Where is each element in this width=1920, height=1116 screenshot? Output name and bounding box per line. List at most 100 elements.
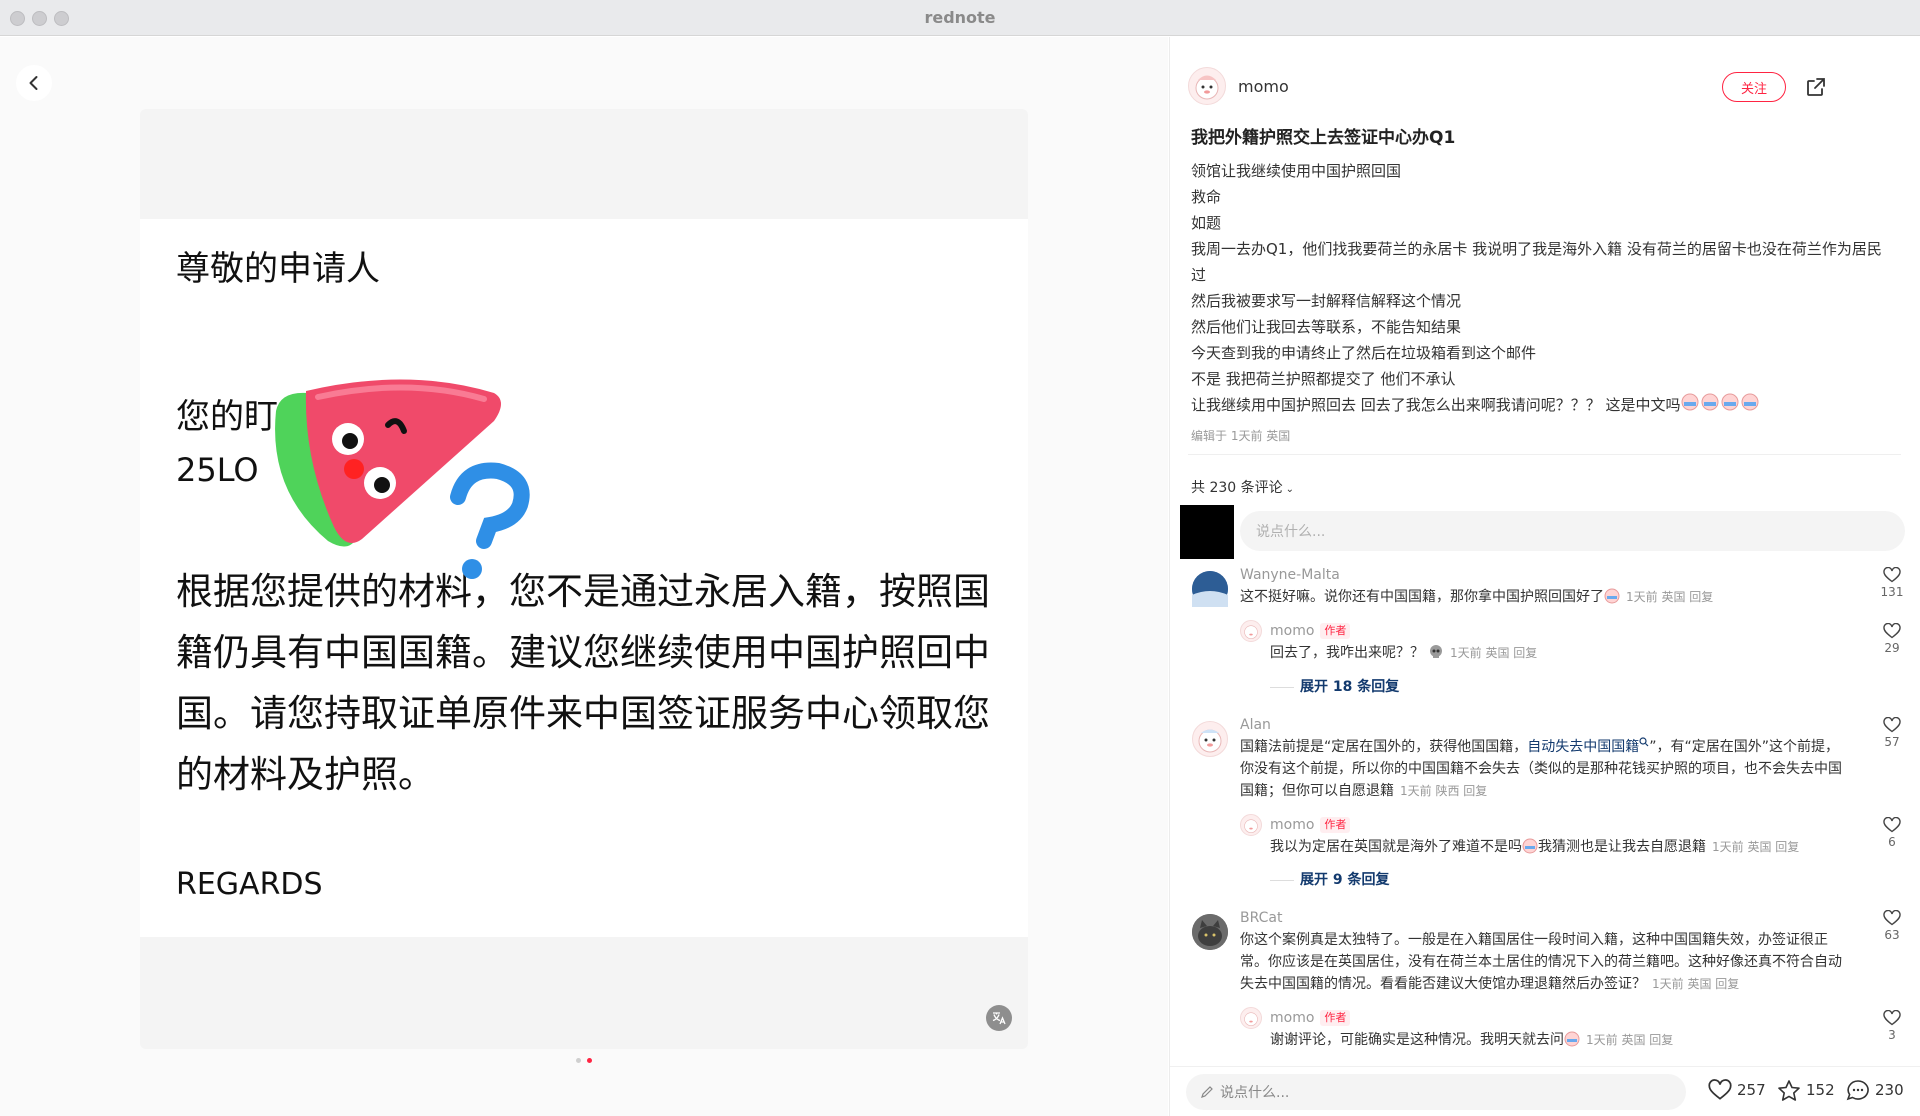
comment-text: 这不挺好嘛。说你还有中国国籍，那你拿中国护照回国好了 1天前 英国 回复	[1240, 586, 1850, 608]
avatar-cartoon-icon	[1195, 75, 1219, 100]
reply-avatar[interactable]	[1240, 814, 1262, 836]
like-count: 29	[1884, 641, 1900, 655]
heart-icon	[1883, 567, 1901, 583]
reply-body: 回去了，我咋出来呢？？	[1270, 645, 1424, 661]
comment-username[interactable]: Alan	[1240, 717, 1271, 733]
comment-body: 国籍法前提是“定居在国外的，获得他国国籍，	[1240, 739, 1528, 755]
skull-emoji-icon	[1430, 645, 1442, 658]
reply-meta[interactable]: 1天前 英国 回复	[1450, 646, 1537, 660]
like-button[interactable]: 257	[1708, 1079, 1766, 1101]
comment-body: 你这个案例真是太独特了。一般是在入籍国居住一段时间入籍，这种中国国籍失效，办签证…	[1240, 932, 1842, 992]
translate-icon[interactable]	[986, 1005, 1012, 1031]
bottom-action-bar: 说点什么... 257 152 230	[1170, 1066, 1920, 1116]
window-titlebar: rednote	[0, 0, 1920, 36]
comment-list: Wanyne-Malta 这不挺好嘛。说你还有中国国籍，那你拿中国护照回国好了 1…	[1170, 567, 1920, 1097]
like-count: 6	[1888, 835, 1896, 849]
author-name[interactable]: momo	[1238, 77, 1289, 96]
comment-count-sort[interactable]: 共 230 条评论 ⌄	[1191, 477, 1294, 497]
pencil-icon	[1201, 1086, 1213, 1098]
comment-like-button[interactable]: 63	[1877, 910, 1907, 942]
post-line: 救命	[1191, 188, 1222, 206]
comment-text: 你这个案例真是太独特了。一般是在入籍国居住一段时间入籍，这种中国国籍失效，办签证…	[1240, 929, 1850, 995]
image-pagination	[576, 1058, 592, 1063]
post-title: 我把外籍护照交上去签证中心办Q1	[1191, 128, 1456, 148]
watermelon-sticker	[275, 379, 530, 579]
comment-meta[interactable]: 1天前 陕西 回复	[1400, 784, 1487, 798]
reply-avatar[interactable]	[1240, 1007, 1262, 1029]
chevron-down-icon: ⌄	[1285, 484, 1295, 495]
comment-username[interactable]: BRCat	[1240, 910, 1282, 926]
comment-meta[interactable]: 1天前 英国 回复	[1626, 590, 1713, 604]
image-viewer: 尊敬的申请人 您的盯 25LO9 根据您提供的材料，您不是通过永居入籍，按照国籍…	[0, 37, 1168, 1116]
post-image[interactable]: 尊敬的申请人 您的盯 25LO9 根据您提供的材料，您不是通过永居入籍，按照国籍…	[140, 109, 1028, 1049]
chevron-left-icon	[29, 76, 38, 90]
letter-screenshot: 尊敬的申请人 您的盯 25LO9 根据您提供的材料，您不是通过永居入籍，按照国籍…	[140, 219, 1028, 937]
topic-link[interactable]: 自动失去中国国籍	[1527, 739, 1639, 755]
letter-regards: REGARDS	[176, 867, 323, 902]
window-title: rednote	[924, 8, 996, 27]
back-button[interactable]	[16, 65, 52, 101]
post-content: 我把外籍护照交上去签证中心办Q1 领馆让我继续使用中国护照回国 救命 如题 我周…	[1191, 123, 1891, 444]
like-count: 3	[1888, 1028, 1896, 1042]
commenter-avatar[interactable]	[1192, 571, 1228, 607]
heart-icon	[1883, 910, 1901, 926]
post-line: 今天查到我的申请终止了然后在垃圾箱看到这个邮件	[1191, 344, 1537, 362]
crying-emoji-icon	[1604, 588, 1620, 604]
comment-text: 国籍法前提是“定居在国外的，获得他国国籍，自动失去中国国籍 ”，有“定居在国外”这…	[1240, 736, 1850, 802]
share-button[interactable]	[1802, 73, 1830, 101]
reply-body: 谢谢评论，可能确实是这种情况。我明天就去问	[1270, 1032, 1564, 1048]
post-detail-panel: momo 关注 我把外籍护照交上去签证中心办Q1 领馆让我继续使用中国护照回国 …	[1169, 37, 1920, 1116]
commenter-avatar[interactable]	[1192, 721, 1228, 757]
reply-avatar[interactable]	[1240, 620, 1262, 642]
reply-username[interactable]: momo 作者	[1270, 817, 1351, 833]
reply-body-rest: 我猜测也是让我去自愿退籍	[1538, 839, 1706, 855]
user-avatar	[1180, 505, 1234, 559]
reply-username[interactable]: momo 作者	[1270, 623, 1351, 639]
avatar-cartoon-icon	[1198, 729, 1222, 753]
crying-emoji-icon	[1564, 1031, 1580, 1047]
reply-text: 谢谢评论，可能确实是这种情况。我明天就去问 1天前 英国 回复	[1270, 1029, 1850, 1051]
bottom-comment-input[interactable]: 说点什么...	[1186, 1074, 1686, 1110]
like-count: 63	[1884, 928, 1900, 942]
pagination-dot-active[interactable]	[587, 1058, 592, 1063]
comment-meta[interactable]: 1天前 英国 回复	[1652, 977, 1739, 991]
reply-meta[interactable]: 1天前 英国 回复	[1586, 1033, 1673, 1047]
comment-count: 230	[1875, 1081, 1904, 1099]
star-icon	[1778, 1080, 1800, 1101]
post-line: 然后他们让我回去等联系，不能告知结果	[1191, 318, 1462, 336]
like-count: 57	[1884, 735, 1900, 749]
expand-replies-button[interactable]: 展开 9 条回复	[1270, 869, 1390, 889]
author-tag: 作者	[1320, 1010, 1351, 1026]
expand-replies-button[interactable]: 展开 18 条回复	[1270, 676, 1399, 696]
comment-input-row: 说点什么...	[1180, 505, 1905, 561]
bottom-input-placeholder: 说点什么...	[1220, 1085, 1290, 1101]
comment-username[interactable]: Wanyne-Malta	[1240, 567, 1340, 583]
avatar-cat-icon	[1192, 914, 1228, 950]
reply-user: momo	[1270, 817, 1315, 833]
collect-button[interactable]: 152	[1777, 1079, 1835, 1101]
reply-like-button[interactable]: 29	[1877, 623, 1907, 655]
post-line-text: 让我继续用中国护照回去 回去了我怎么出来啊我请问呢？？？ 这是中文吗	[1191, 396, 1681, 414]
author-avatar[interactable]	[1188, 67, 1226, 105]
crying-emoji-icon	[1522, 838, 1538, 854]
reply-meta[interactable]: 1天前 英国 回复	[1712, 840, 1799, 854]
comment-like-button[interactable]: 57	[1877, 717, 1907, 749]
heart-icon	[1708, 1079, 1732, 1100]
heart-icon	[1883, 623, 1901, 639]
heart-icon	[1883, 717, 1901, 733]
commenter-avatar[interactable]	[1192, 914, 1228, 950]
like-count: 131	[1880, 585, 1904, 599]
reply-text: 我以为定居在英国就是海外了难道不是吗 我猜测也是让我去自愿退籍 1天前 英国 回复	[1270, 836, 1850, 858]
reply-like-button[interactable]: 3	[1877, 1010, 1907, 1042]
follow-button[interactable]: 关注	[1722, 72, 1786, 102]
reply-like-button[interactable]: 6	[1877, 817, 1907, 849]
reply-username[interactable]: momo 作者	[1270, 1010, 1351, 1026]
post-line: 不是 我把荷兰护照都提交了 他们不承认	[1191, 370, 1456, 388]
reply-user: momo	[1270, 623, 1315, 639]
pagination-dot[interactable]	[576, 1058, 581, 1063]
comment-button[interactable]: 230	[1846, 1079, 1904, 1101]
heart-icon	[1883, 1010, 1901, 1026]
letter-greeting: 尊敬的申请人	[176, 249, 380, 289]
comment-input[interactable]: 说点什么...	[1240, 511, 1905, 551]
comment-like-button[interactable]: 131	[1877, 567, 1907, 599]
